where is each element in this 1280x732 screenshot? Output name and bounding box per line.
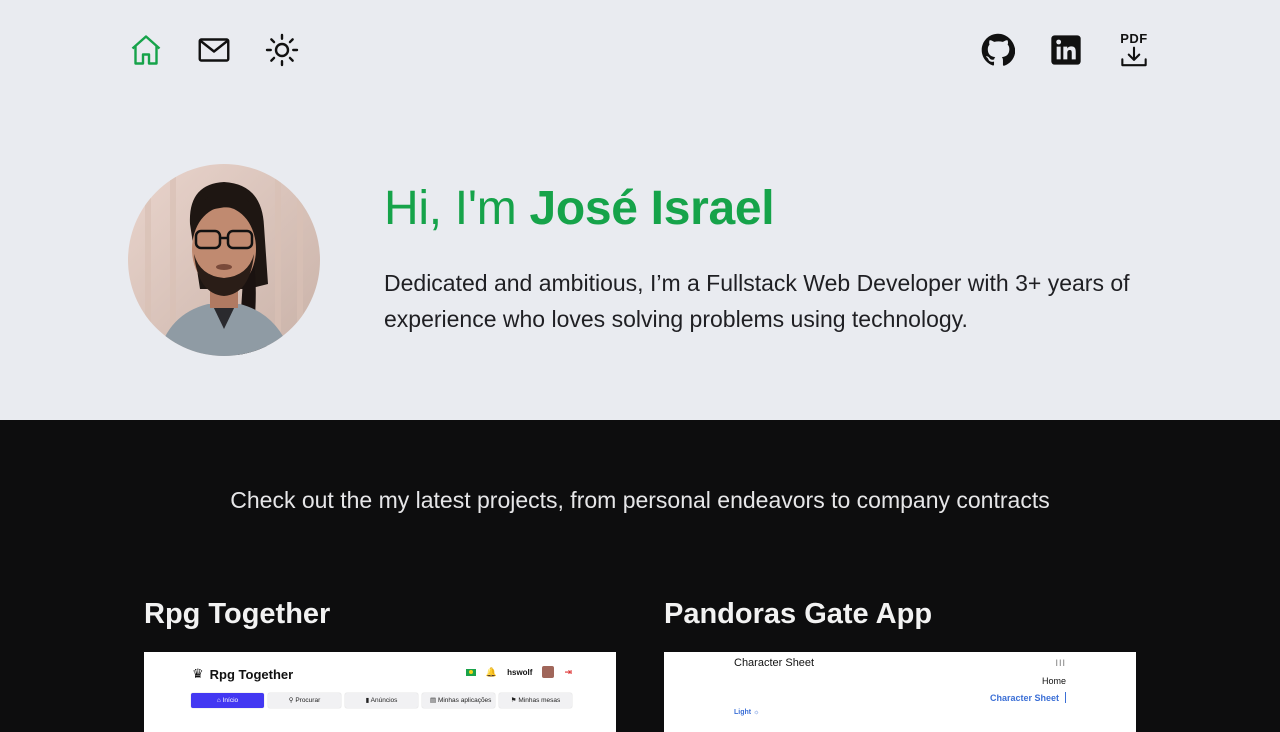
project-preview-pandoras-gate[interactable]: Character Sheet III Home Character Sheet… [664, 652, 1136, 732]
rpg-preview-tab-label: Minhas aplicações [437, 697, 492, 704]
bell-icon: 🔔 [485, 666, 498, 677]
rpg-preview-tab: ▮ Anúncios [345, 693, 418, 708]
pg-preview-theme-label: Light [734, 709, 752, 716]
pg-preview-title: Character Sheet [734, 657, 815, 669]
project-title-pandoras-gate: Pandoras Gate App [664, 598, 933, 630]
rpg-preview-userbar: 🔔 hswolf ⇥ [465, 666, 572, 678]
project-preview-rpg-together[interactable]: ♛ Rpg Together 🔔 hswolf ⇥ ⌂ Início ⚲ Pro… [144, 652, 616, 732]
rpg-preview-tabs: ⌂ Início ⚲ Procurar ▮ Anúncios ▤ Minhas … [191, 693, 572, 708]
greeting-heading: Hi, I'm José Israel [384, 180, 775, 238]
home-icon[interactable] [128, 32, 164, 68]
pg-preview-nav-home: Home [1041, 676, 1066, 686]
rpg-preview-tab: ▤ Minhas aplicações [422, 693, 495, 708]
projects-tagline: Check out the my latest projects, from p… [230, 487, 1050, 513]
pdf-download-icon[interactable]: PDF [1116, 30, 1152, 70]
pg-preview-menu: III [1055, 658, 1066, 668]
pg-preview-nav-active: Character Sheet [990, 692, 1066, 703]
rpg-preview-tab: ⚑ Minhas mesas [499, 693, 572, 708]
linkedin-icon[interactable] [1048, 32, 1084, 68]
dice-icon: ♛ [192, 666, 204, 681]
hero-section: PDF Hi, I'm José Israel Dedicated and am… [0, 0, 1280, 420]
pg-preview-nav-active-label: Character Sheet [989, 693, 1059, 703]
flag-icon [465, 668, 476, 676]
rpg-preview-username: hswolf [507, 667, 533, 677]
rpg-preview-tab-label: Início [222, 697, 239, 704]
rpg-preview-tab-label: Procurar [295, 697, 321, 704]
developer-name: José Israel [529, 182, 775, 235]
rpg-preview-tab: ⌂ Início [191, 693, 264, 708]
github-icon[interactable] [980, 32, 1016, 68]
rpg-preview-tab: ⚲ Procurar [268, 693, 341, 708]
rpg-preview-logo-text: Rpg Together [209, 666, 294, 682]
bio-text: Dedicated and ambitious, I’m a Fullstack… [384, 270, 1130, 332]
rpg-preview-tab-label: Anúncios [370, 697, 398, 704]
rpg-preview-tab-label: Minhas mesas [518, 697, 561, 704]
project-title-rpg-together: Rpg Together [144, 598, 331, 630]
sun-icon[interactable] [264, 32, 300, 68]
logout-icon: ⇥ [564, 666, 572, 677]
user-avatar-icon [542, 666, 555, 678]
profile-avatar [128, 164, 320, 356]
mail-icon[interactable] [196, 32, 232, 68]
rpg-preview-logo: ♛ Rpg Together [192, 666, 293, 682]
sun-small-icon: ☼ [753, 709, 760, 716]
pg-preview-theme: Light ☼ [734, 709, 759, 716]
pdf-label: PDF [1120, 31, 1148, 46]
greeting-prefix: Hi, I'm [384, 182, 517, 235]
